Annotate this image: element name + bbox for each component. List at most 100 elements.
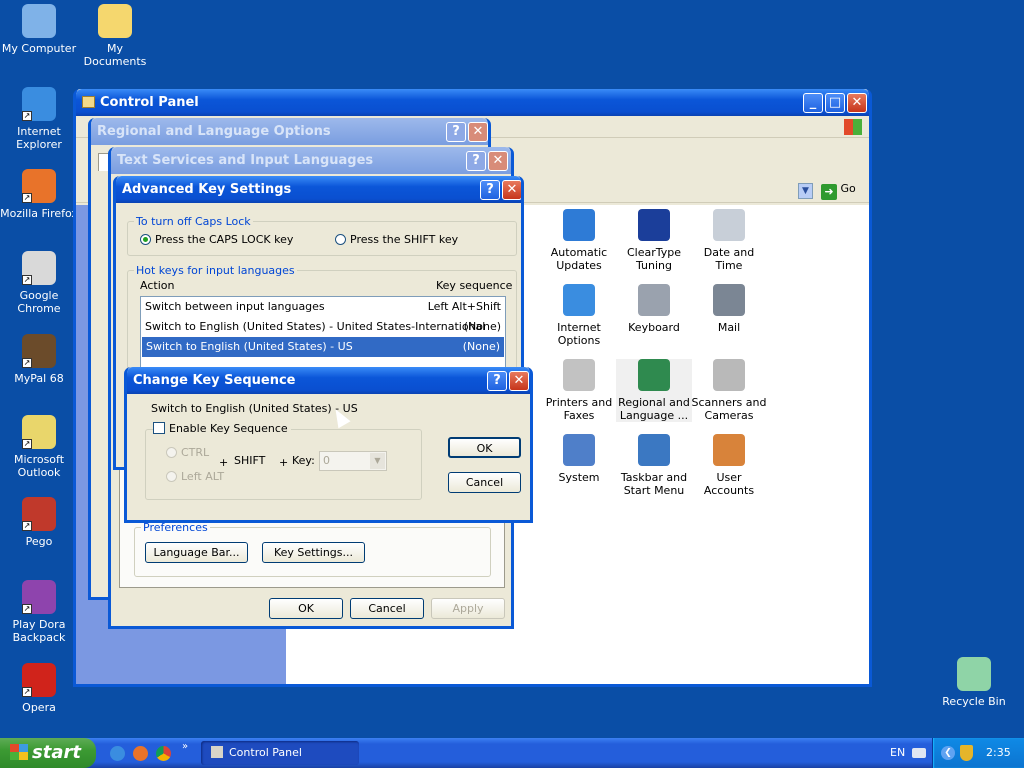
column-header-key-sequence: Key sequence	[436, 279, 513, 292]
text-services-titlebar[interactable]: Text Services and Input Languages ? ✕	[111, 147, 511, 174]
ctrl-radio[interactable]: CTRL	[166, 446, 209, 459]
desktop-icon-pego[interactable]: ↗ Pego	[0, 497, 78, 548]
shortcut-arrow-icon: ↗	[22, 358, 32, 368]
cancel-button[interactable]: Cancel	[448, 472, 521, 493]
control-panel-item-printers-faxes[interactable]: Printers and Faxes	[541, 359, 617, 422]
control-panel-item-automatic-updates[interactable]: Automatic Updates	[541, 209, 617, 272]
control-panel-item-regional-language[interactable]: Regional and Language ...	[616, 359, 692, 422]
close-button[interactable]: ✕	[488, 151, 508, 171]
language-indicator[interactable]: EN	[890, 746, 905, 759]
maximize-button[interactable]: □	[825, 93, 845, 113]
control-panel-item-label: Mail	[717, 321, 741, 334]
desktop-icon-label: Pego	[25, 535, 53, 548]
control-panel-item-taskbar-start-menu[interactable]: Taskbar and Start Menu	[616, 434, 692, 497]
pego-icon: ↗	[22, 497, 56, 531]
keyboard-layout-icon[interactable]	[912, 748, 926, 758]
control-panel-item-mail[interactable]: Mail	[691, 284, 767, 334]
help-button[interactable]: ?	[446, 122, 466, 142]
chrome-icon: ↗	[22, 251, 56, 285]
desktop-icon-mypal[interactable]: ↗ MyPal 68	[0, 334, 78, 385]
minimize-button[interactable]: _	[803, 93, 823, 113]
desktop-icon-chrome[interactable]: ↗ Google Chrome	[0, 251, 78, 315]
key-label: Key:	[292, 454, 315, 467]
cancel-button[interactable]: Cancel	[350, 598, 424, 619]
printers-faxes-icon	[563, 359, 595, 391]
desktop-icon-outlook[interactable]: ↗ Microsoft Outlook	[0, 415, 78, 479]
clock: 2:35	[986, 746, 1011, 759]
regional-dialog-title: Regional and Language Options	[97, 124, 331, 139]
desktop-icon-label: Mozilla Firefox	[0, 207, 78, 220]
advanced-key-titlebar[interactable]: Advanced Key Settings ? ✕	[116, 176, 521, 203]
windows-flag-icon	[10, 744, 28, 760]
quick-launch-expand-icon[interactable]: »	[182, 741, 188, 752]
quick-launch-ie-icon[interactable]	[110, 746, 125, 761]
control-panel-item-system[interactable]: System	[541, 434, 617, 484]
mypal-icon: ↗	[22, 334, 56, 368]
my-documents-icon	[98, 4, 132, 38]
hotkey-row[interactable]: Switch to English (United States) - US (N…	[142, 337, 504, 357]
control-panel-item-label: Scanners and Cameras	[691, 396, 767, 422]
desktop-icon-label: My Documents	[83, 42, 147, 68]
control-panel-item-internet-options[interactable]: Internet Options	[541, 284, 617, 347]
shortcut-arrow-icon: ↗	[22, 604, 32, 614]
close-button[interactable]: ✕	[468, 122, 488, 142]
enable-key-sequence-checkbox[interactable]: Enable Key Sequence	[153, 422, 291, 435]
key-select[interactable]: 0 ▼	[319, 451, 387, 471]
address-dropdown-button[interactable]: ▼	[798, 183, 813, 199]
help-button[interactable]: ?	[466, 151, 486, 171]
checkbox-unchecked-icon	[153, 422, 165, 434]
change-key-titlebar[interactable]: Change Key Sequence ? ✕	[127, 367, 530, 394]
control-panel-item-scanners-cameras[interactable]: Scanners and Cameras	[691, 359, 767, 422]
chevron-down-icon: ▼	[370, 453, 385, 469]
desktop-icon-opera[interactable]: ↗ Opera	[0, 663, 78, 714]
shortcut-arrow-icon: ↗	[22, 111, 32, 121]
control-panel-item-label: ClearType Tuning	[626, 246, 682, 272]
desktop-icon-internet-explorer[interactable]: ↗ Internet Explorer	[0, 87, 78, 151]
help-button[interactable]: ?	[480, 180, 500, 200]
control-panel-item-date-time[interactable]: Date and Time	[691, 209, 767, 272]
go-button[interactable]: ➜ Go	[821, 182, 861, 200]
desktop-icon-my-documents[interactable]: My Documents	[76, 4, 154, 68]
shift-option[interactable]: Press the SHIFT key	[335, 233, 458, 246]
hotkey-sequence: Left Alt+Shift	[427, 300, 501, 313]
start-button[interactable]: start	[0, 738, 96, 768]
language-bar-button[interactable]: Language Bar...	[145, 542, 248, 563]
taskbar-button-control-panel[interactable]: Control Panel	[201, 741, 359, 765]
regional-language-icon	[638, 359, 670, 391]
desktop-icon-label: Google Chrome	[17, 289, 61, 315]
apply-button[interactable]: Apply	[431, 598, 505, 619]
date-time-icon	[713, 209, 745, 241]
folder-icon	[82, 96, 95, 108]
caps-lock-option[interactable]: Press the CAPS LOCK key	[140, 233, 293, 246]
radio-unselected-icon	[335, 234, 346, 245]
left-alt-radio[interactable]: Left ALT	[166, 470, 224, 483]
quick-launch-firefox-icon[interactable]	[133, 746, 148, 761]
desktop-icon-recycle-bin[interactable]: Recycle Bin	[935, 657, 1013, 708]
control-panel-icon	[211, 746, 223, 758]
cleartype-tuning-icon	[638, 209, 670, 241]
hotkey-row[interactable]: Switch between input languages Left Alt+S…	[141, 297, 505, 317]
control-panel-item-cleartype-tuning[interactable]: ClearType Tuning	[616, 209, 692, 272]
ok-button[interactable]: OK	[448, 437, 521, 458]
automatic-updates-icon	[563, 209, 595, 241]
hotkeys-list[interactable]: Switch between input languages Left Alt+S…	[140, 296, 506, 376]
security-shield-icon[interactable]	[960, 745, 973, 761]
control-panel-titlebar[interactable]: Control Panel _ □ ✕	[76, 89, 869, 116]
desktop-icon-dora-backpack[interactable]: ↗ Play Dora Backpack	[0, 580, 78, 644]
tray-back-arrow-icon[interactable]: ❮	[941, 746, 955, 760]
quick-launch-chrome-icon[interactable]	[156, 746, 171, 761]
regional-dialog-titlebar[interactable]: Regional and Language Options ? ✕	[91, 118, 488, 145]
ok-button[interactable]: OK	[269, 598, 343, 619]
shift-label: SHIFT	[234, 454, 266, 467]
control-panel-item-label: Keyboard	[628, 321, 680, 334]
control-panel-item-keyboard[interactable]: Keyboard	[616, 284, 692, 334]
close-button[interactable]: ✕	[502, 180, 521, 200]
close-button[interactable]: ✕	[509, 371, 529, 391]
desktop-icon-firefox[interactable]: ↗ Mozilla Firefox	[0, 169, 78, 220]
key-settings-button[interactable]: Key Settings...	[262, 542, 365, 563]
desktop-icon-my-computer[interactable]: My Computer	[0, 4, 78, 55]
help-button[interactable]: ?	[487, 371, 507, 391]
control-panel-item-user-accounts[interactable]: User Accounts	[691, 434, 767, 497]
close-button[interactable]: ✕	[847, 93, 867, 113]
hotkey-row[interactable]: Switch to English (United States) - Unit…	[141, 317, 505, 337]
